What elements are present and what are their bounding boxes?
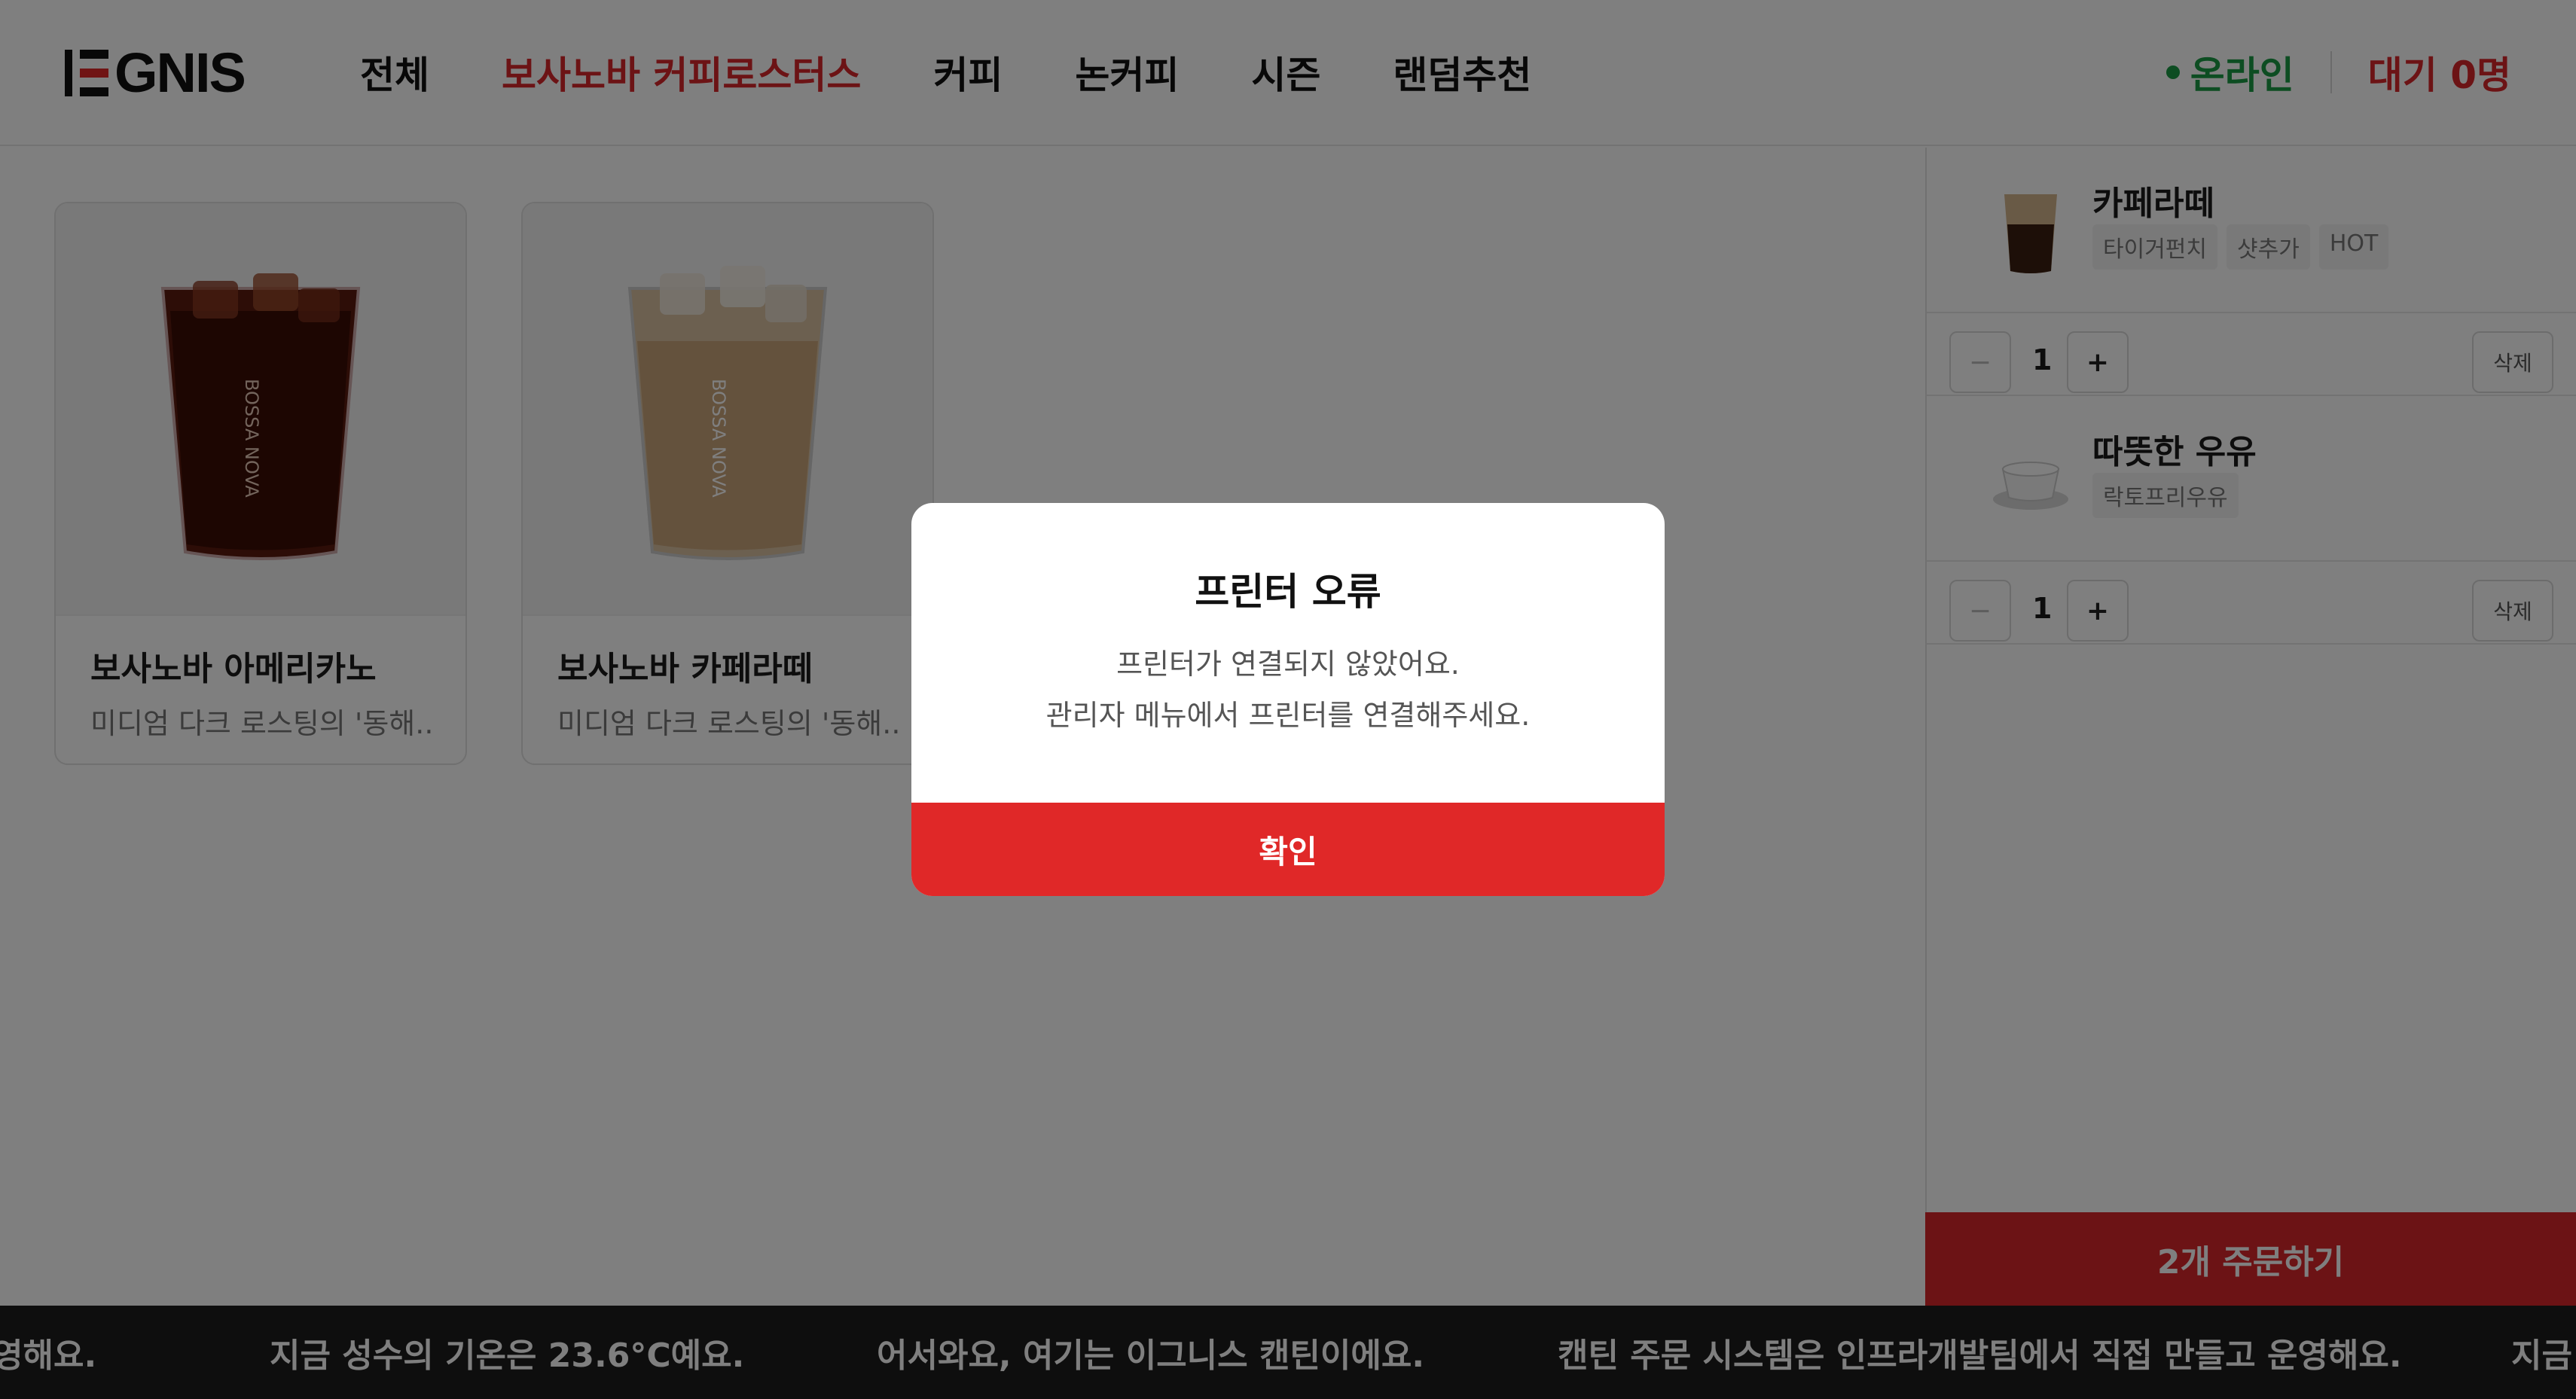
confirm-button[interactable]: 확인 <box>911 803 1665 896</box>
dialog-message-line: 프린터가 연결되지 않았어요. <box>1116 648 1460 681</box>
dialog-message: 프린터가 연결되지 않았어요. 관리자 메뉴에서 프린터를 연결해주세요. <box>911 639 1665 741</box>
kiosk-app: GNIS 전체 보사노바 커피로스터스 커피 논커피 시즌 랜덤추천 온라인 대… <box>0 0 2576 1399</box>
dialog-message-line: 관리자 메뉴에서 프린터를 연결해주세요. <box>1045 699 1531 732</box>
printer-error-dialog: 프린터 오류 프린터가 연결되지 않았어요. 관리자 메뉴에서 프린터를 연결해… <box>911 503 1665 896</box>
dialog-title: 프린터 오류 <box>1195 570 1381 614</box>
